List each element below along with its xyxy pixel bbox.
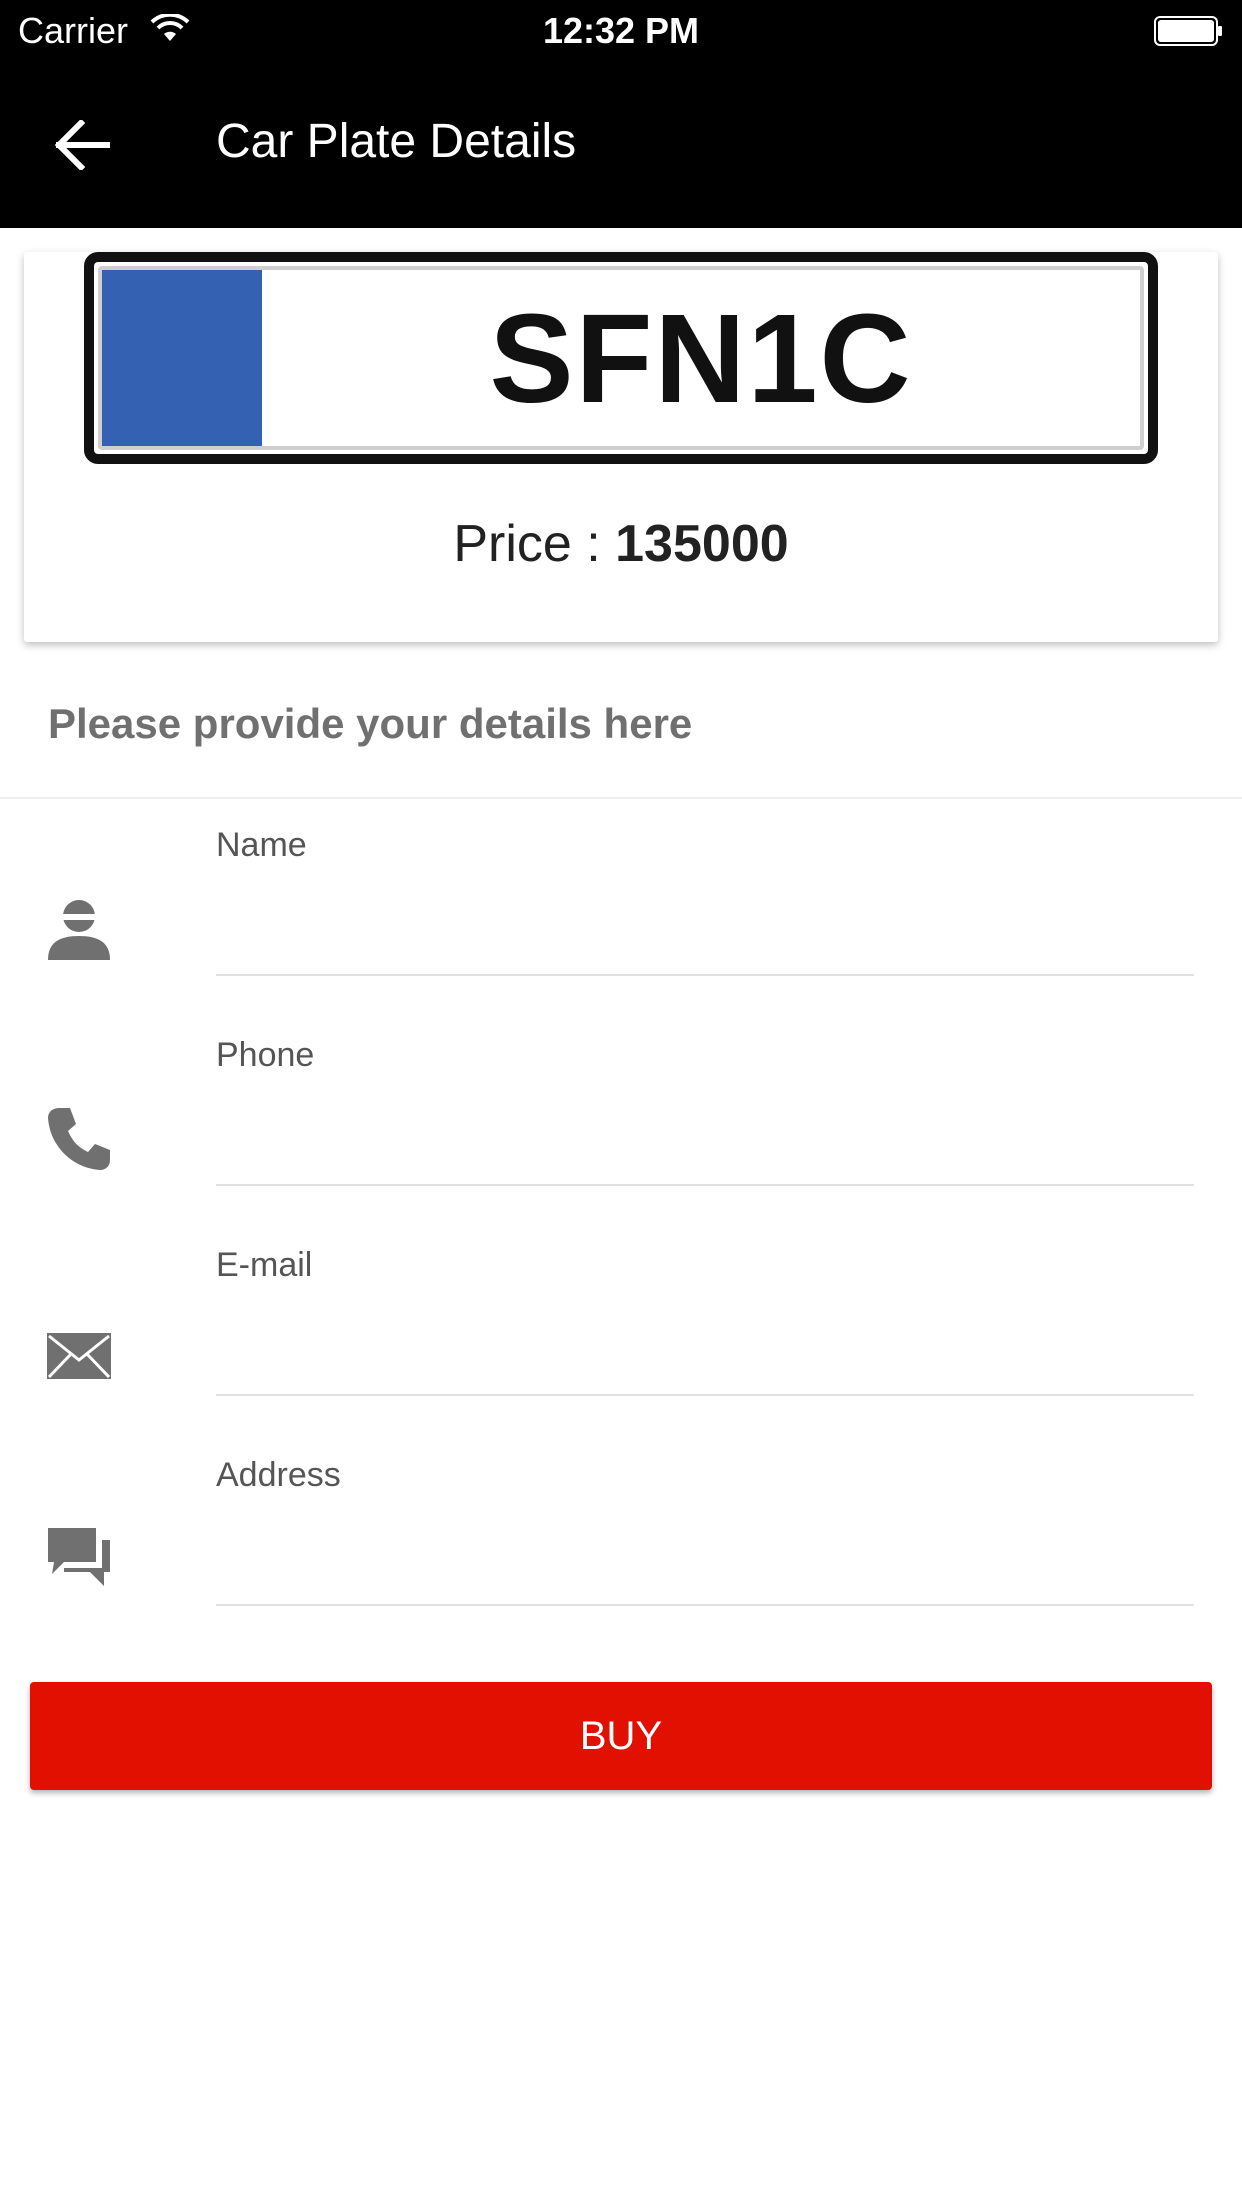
arrow-left-icon bbox=[55, 120, 110, 170]
address-label: Address bbox=[216, 1456, 341, 1494]
price-row: Price : 135000 bbox=[24, 514, 1218, 574]
email-label: E-mail bbox=[216, 1246, 313, 1284]
divider bbox=[0, 797, 1242, 799]
back-button[interactable] bbox=[40, 102, 126, 188]
battery-icon bbox=[1154, 16, 1222, 46]
status-time: 12:32 PM bbox=[542, 10, 700, 51]
address-input[interactable] bbox=[216, 1516, 1194, 1606]
person-icon bbox=[48, 900, 110, 960]
price-value: 135000 bbox=[615, 515, 789, 573]
email-field: E-mail bbox=[0, 1220, 1242, 1430]
plate-frame: SFN1C bbox=[98, 266, 1144, 450]
plate-card: SFN1C Price : 135000 bbox=[24, 252, 1218, 642]
name-label: Name bbox=[216, 826, 307, 864]
name-field: Name bbox=[0, 800, 1242, 1010]
screen: Carrier 12:32 PM Car Plate Details SFN1C bbox=[0, 0, 1242, 2208]
phone-label: Phone bbox=[216, 1036, 315, 1074]
phone-field: Phone bbox=[0, 1010, 1242, 1220]
price-label: Price : bbox=[453, 515, 616, 573]
plate-number: SFN1C bbox=[489, 287, 913, 429]
form-header: Please provide your details here bbox=[48, 700, 693, 747]
plate-blue-band bbox=[102, 270, 262, 446]
envelope-icon bbox=[47, 1333, 111, 1379]
phone-icon bbox=[48, 1108, 110, 1170]
page-title: Car Plate Details bbox=[216, 115, 577, 168]
name-input[interactable] bbox=[216, 886, 1194, 976]
address-field: Address bbox=[0, 1430, 1242, 1640]
app-bar: Car Plate Details bbox=[0, 62, 1242, 228]
status-bar: Carrier 12:32 PM bbox=[0, 0, 1242, 62]
car-plate: SFN1C bbox=[84, 252, 1158, 464]
chat-bubbles-icon bbox=[48, 1528, 110, 1586]
email-input[interactable] bbox=[216, 1306, 1194, 1396]
phone-input[interactable] bbox=[216, 1096, 1194, 1186]
buy-button[interactable]: BUY bbox=[30, 1682, 1212, 1790]
